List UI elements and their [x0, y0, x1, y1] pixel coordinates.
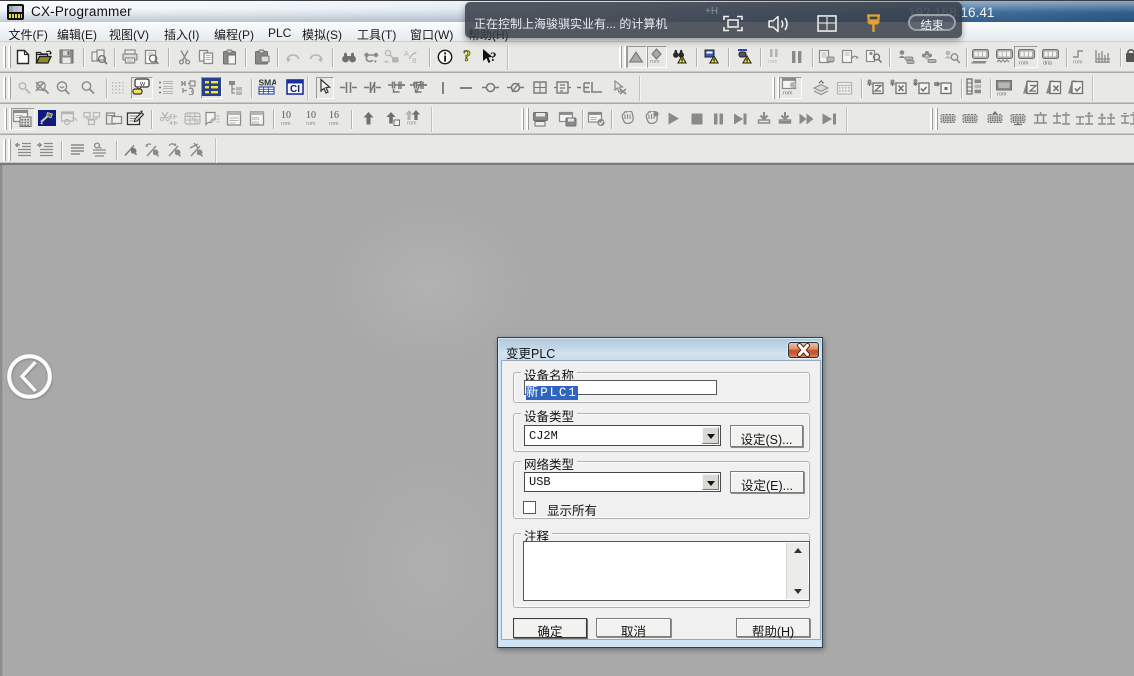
svg-text:10: 10 [306, 110, 316, 121]
svg-text:drip: drip [1043, 61, 1052, 66]
svg-text:rom: rom [1019, 61, 1029, 66]
svg-text:rom: rom [768, 59, 778, 64]
svg-text:A: A [404, 51, 409, 58]
svg-text:rom: rom [783, 91, 793, 96]
svg-text:?: ? [490, 49, 497, 64]
svg-text:rom: rom [306, 121, 316, 126]
svg-text:16: 16 [329, 110, 339, 121]
svg-text:rom: rom [329, 121, 339, 126]
svg-text:CI: CI [290, 84, 300, 95]
svg-text:rom: rom [407, 121, 417, 126]
svg-text:rom: rom [1073, 60, 1083, 65]
svg-text:B: B [412, 58, 417, 64]
svg-text:rom: rom [281, 121, 291, 126]
svg-text:rom: rom [650, 59, 660, 64]
svg-text:w: w [139, 81, 146, 88]
svg-text:002: 002 [252, 121, 260, 126]
svg-text:rom: rom [997, 92, 1007, 97]
svg-text:10: 10 [281, 110, 291, 121]
svg-text:SMA: SMA [258, 78, 276, 88]
svg-text:?: ? [463, 48, 471, 64]
